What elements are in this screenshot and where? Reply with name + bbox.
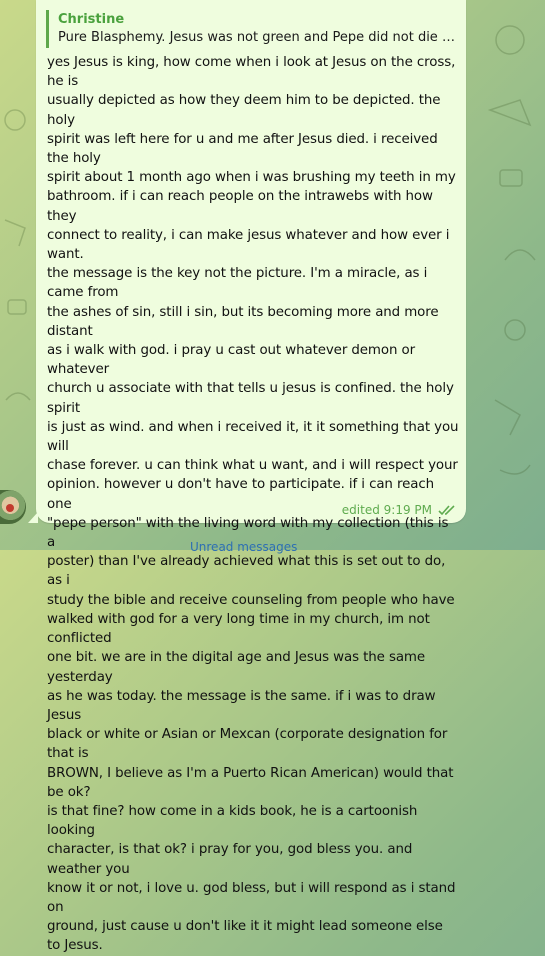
reply-text: Pure Blasphemy. Jesus was not green and … — [58, 30, 456, 45]
message-meta: edited 9:19 PM — [342, 503, 456, 517]
message-bubble[interactable]: Christine Pure Blasphemy. Jesus was not … — [36, 0, 466, 953]
sender-avatar[interactable] — [0, 490, 26, 524]
reply-quote[interactable]: Christine Pure Blasphemy. Jesus was not … — [46, 10, 456, 48]
unread-messages-divider: Unread messages — [190, 540, 298, 554]
bubble-tail — [28, 512, 38, 523]
message-status: edited 9:19 PM — [341, 503, 432, 517]
reply-author: Christine — [58, 12, 125, 27]
double-check-icon — [438, 504, 455, 515]
